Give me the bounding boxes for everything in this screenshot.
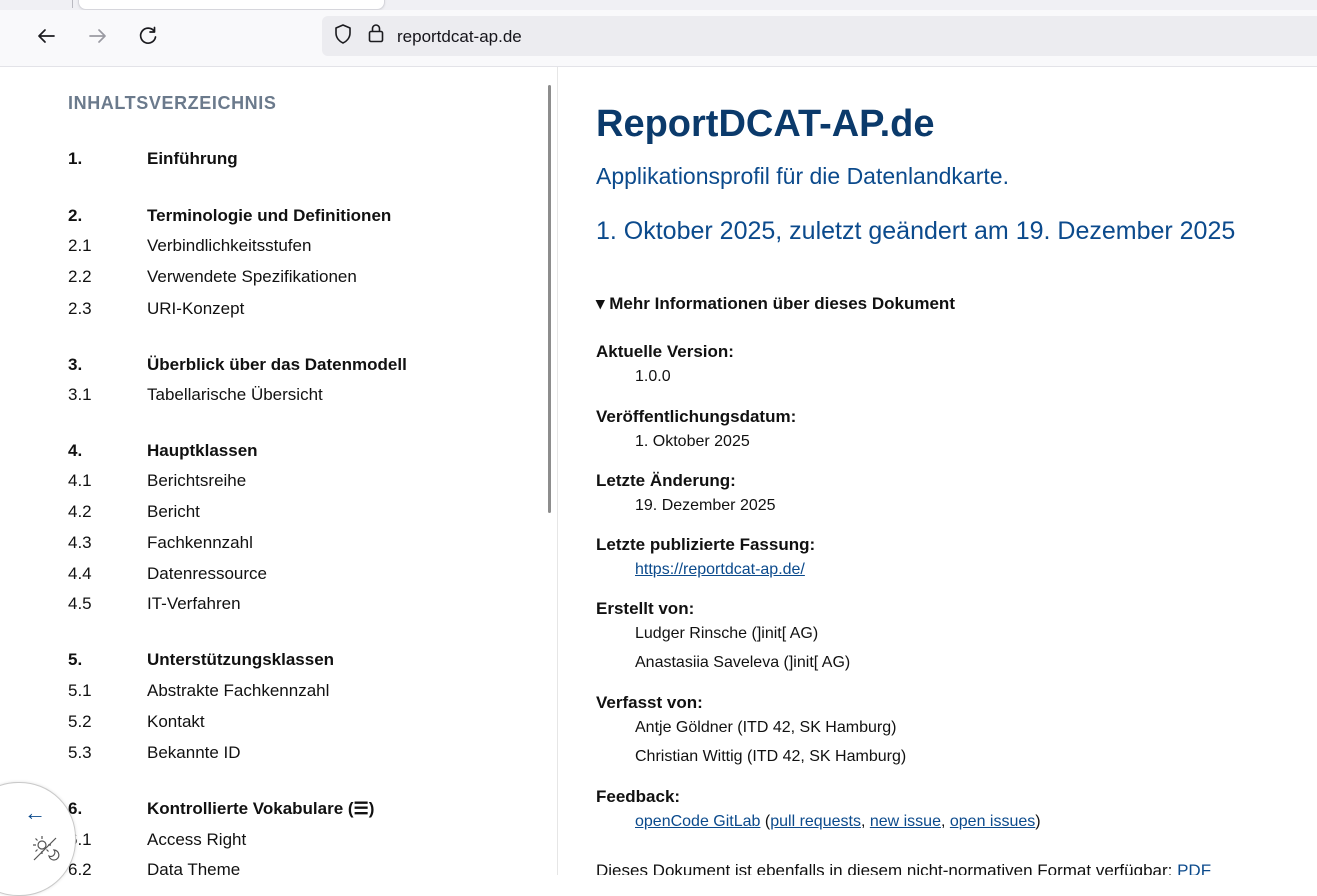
toc-number: 6.2 bbox=[68, 860, 92, 875]
published-value: 1. Oktober 2025 bbox=[635, 433, 750, 450]
toc-number: 4. bbox=[68, 441, 83, 460]
toc-sidebar: INHALTSVERZEICHNIS 1. Einführung 2. Term… bbox=[0, 67, 558, 875]
new-issue-link[interactable]: new issue bbox=[870, 813, 941, 830]
details-toggle[interactable]: ▾ Mehr Informationen über dieses Dokumen… bbox=[596, 294, 955, 314]
separator: , bbox=[860, 813, 870, 830]
current-version-value: 1.0.0 bbox=[635, 368, 671, 385]
creator-1: Ludger Rinsche (]init[ AG) bbox=[635, 625, 819, 642]
theme-toggle-icon[interactable] bbox=[30, 832, 60, 862]
toc-label[interactable]: Bekannte ID bbox=[147, 743, 241, 763]
format-note: Dieses Dokument ist ebenfalls in diesem … bbox=[596, 861, 1211, 875]
tracking-protection-shield-icon[interactable] bbox=[332, 23, 354, 45]
feedback-links: openCode GitLab (pull requests, new issu… bbox=[635, 813, 1041, 831]
toc-label[interactable]: Hauptklassen bbox=[147, 441, 258, 461]
lock-icon[interactable] bbox=[366, 22, 386, 44]
toc-label[interactable]: Access Right bbox=[147, 830, 246, 850]
url-text[interactable]: reportdcat-ap.de bbox=[397, 27, 522, 47]
opencode-gitlab-link[interactable]: openCode GitLab bbox=[635, 813, 760, 830]
author-1: Antje Göldner (ITD 42, SK Hamburg) bbox=[635, 719, 897, 736]
paren-close: ) bbox=[1035, 813, 1041, 830]
toc-number: 3.1 bbox=[68, 385, 92, 404]
reload-button[interactable] bbox=[132, 20, 164, 52]
toc-number: 2. bbox=[68, 206, 83, 225]
tab-divider bbox=[72, 0, 73, 8]
toc-label[interactable]: Tabellarische Übersicht bbox=[147, 385, 323, 405]
main-content: ReportDCAT-AP.de Applikationsprofil für … bbox=[558, 67, 1317, 875]
creator-2: Anastasiia Saveleva (]init[ AG) bbox=[635, 654, 851, 671]
tab-strip bbox=[0, 0, 1317, 10]
toc-label[interactable]: URI-Konzept bbox=[147, 299, 244, 319]
toc-number: 2.3 bbox=[68, 299, 92, 318]
created-by-label: Erstellt von: bbox=[596, 599, 695, 618]
toc-number: 5. bbox=[68, 650, 83, 669]
back-button[interactable] bbox=[30, 20, 62, 52]
active-tab[interactable] bbox=[78, 0, 385, 10]
sidebar-scrollbar[interactable] bbox=[548, 85, 551, 513]
toc-label[interactable]: IT-Verfahren bbox=[147, 594, 241, 614]
latest-version-label: Letzte publizierte Fassung: bbox=[596, 535, 816, 554]
published-label: Veröffentlichungsdatum: bbox=[596, 407, 797, 426]
toc-label[interactable]: Verbindlichkeitsstufen bbox=[147, 236, 311, 256]
toc-label[interactable]: Verwendete Spezifikationen bbox=[147, 267, 357, 287]
format-note-text: Dieses Dokument ist ebenfalls in diesem … bbox=[596, 861, 1178, 875]
open-issues-link[interactable]: open issues bbox=[950, 813, 1035, 830]
toc-label[interactable]: Unterstützungsklassen bbox=[147, 650, 334, 670]
document-title: ReportDCAT-AP.de bbox=[596, 103, 935, 145]
toc-number: 2.1 bbox=[68, 236, 92, 255]
toc-label[interactable]: Fachkennzahl bbox=[147, 533, 253, 553]
modified-value: 19. Dezember 2025 bbox=[635, 497, 776, 514]
toc-label[interactable]: Kontakt bbox=[147, 712, 205, 732]
arrow-left-icon bbox=[38, 29, 55, 43]
browser-toolbar: reportdcat-ap.de bbox=[0, 10, 1317, 67]
author-2: Christian Wittig (ITD 42, SK Hamburg) bbox=[635, 748, 907, 765]
arrow-left-icon[interactable]: ← bbox=[24, 802, 46, 824]
latest-version-link[interactable]: https://reportdcat-ap.de/ bbox=[635, 561, 805, 578]
toc-label[interactable]: Data Theme bbox=[147, 860, 240, 875]
arrow-right-icon bbox=[89, 29, 106, 43]
pull-requests-link[interactable]: pull requests bbox=[770, 813, 861, 830]
authored-by-label: Verfasst von: bbox=[596, 693, 703, 712]
forward-button[interactable] bbox=[82, 20, 114, 52]
toc-number: 3. bbox=[68, 355, 83, 374]
toc-number: 5.1 bbox=[68, 681, 92, 700]
feedback-label: Feedback: bbox=[596, 787, 681, 806]
toc-title: INHALTSVERZEICHNIS bbox=[68, 93, 277, 113]
document-subtitle: Applikationsprofil für die Datenlandkart… bbox=[596, 163, 1009, 189]
toc-number: 5.2 bbox=[68, 712, 92, 731]
toc-label[interactable]: Überblick über das Datenmodell bbox=[147, 355, 407, 375]
paren-open: ( bbox=[760, 813, 771, 830]
toc-number: 4.5 bbox=[68, 594, 92, 613]
reload-icon bbox=[139, 26, 157, 44]
toc-number: 5.3 bbox=[68, 743, 92, 762]
toc-label[interactable]: Terminologie und Definitionen bbox=[147, 206, 391, 226]
pdf-link[interactable]: PDF bbox=[1177, 861, 1211, 875]
current-version-label: Aktuelle Version: bbox=[596, 342, 734, 361]
toc-number: 4.1 bbox=[68, 471, 92, 490]
toc-label[interactable]: Bericht bbox=[147, 502, 200, 522]
toc-label[interactable]: Kontrollierte Vokabulare (☰) bbox=[147, 799, 374, 819]
toc-number: 4.4 bbox=[68, 564, 92, 583]
toc-label[interactable]: Abstrakte Fachkennzahl bbox=[147, 681, 329, 701]
toc-label[interactable]: Datenressource bbox=[147, 564, 267, 584]
document-date: 1. Oktober 2025, zuletzt geändert am 19.… bbox=[596, 217, 1236, 245]
separator: , bbox=[940, 813, 950, 830]
toc-label[interactable]: Einführung bbox=[147, 149, 238, 169]
toc-number: 4.2 bbox=[68, 502, 92, 521]
modified-label: Letzte Änderung: bbox=[596, 471, 736, 490]
toc-label[interactable]: Berichtsreihe bbox=[147, 471, 246, 491]
toc-number: 1. bbox=[68, 149, 83, 168]
toc-number: 2.2 bbox=[68, 267, 92, 286]
toc-number: 4.3 bbox=[68, 533, 92, 552]
